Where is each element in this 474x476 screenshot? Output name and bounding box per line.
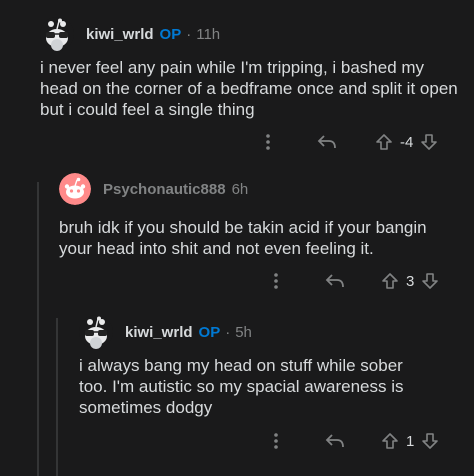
separator-dot: · bbox=[225, 323, 231, 341]
downvote-icon[interactable] bbox=[420, 272, 440, 290]
downvote-icon[interactable] bbox=[420, 432, 440, 450]
comment-header: Psychonautic888 6h bbox=[59, 173, 248, 205]
comment-actions: -4 bbox=[258, 128, 439, 156]
upvote-icon[interactable] bbox=[380, 272, 400, 290]
comment-header: kiwi_wrld OP · 11h bbox=[40, 17, 220, 51]
comment-2: Psychonautic888 6h bruh idk if you shoul… bbox=[0, 160, 474, 310]
upvote-icon[interactable] bbox=[380, 432, 400, 450]
username[interactable]: kiwi_wrld bbox=[125, 324, 193, 341]
comment-3: kiwi_wrld OP · 5h i always bang my head … bbox=[0, 310, 474, 476]
username[interactable]: Psychonautic888 bbox=[103, 181, 226, 198]
comment-body: bruh idk if you should be takin acid if … bbox=[59, 218, 427, 258]
timestamp[interactable]: 11h bbox=[196, 26, 220, 43]
timestamp[interactable]: 6h bbox=[232, 181, 249, 198]
vote-score: -4 bbox=[400, 133, 414, 151]
reply-icon[interactable] bbox=[324, 433, 346, 449]
op-badge: OP bbox=[159, 25, 182, 43]
snoo-avatar-glasses-icon[interactable] bbox=[79, 315, 113, 349]
username[interactable]: kiwi_wrld bbox=[86, 26, 154, 43]
reply-icon[interactable] bbox=[324, 273, 346, 289]
comment-header: kiwi_wrld OP · 5h bbox=[79, 315, 252, 349]
more-options-icon[interactable] bbox=[266, 273, 286, 289]
comment-1: kiwi_wrld OP · 11h i never feel any pain… bbox=[0, 0, 474, 160]
comment-thread: kiwi_wrld OP · 11h i never feel any pain… bbox=[0, 0, 474, 476]
comment-body: i never feel any pain while I'm tripping… bbox=[40, 58, 458, 119]
snoo-avatar-default-pink-icon[interactable] bbox=[59, 173, 91, 205]
vote-score: 1 bbox=[406, 432, 415, 450]
snoo-avatar-glasses-icon[interactable] bbox=[40, 17, 74, 51]
reply-icon[interactable] bbox=[316, 134, 338, 150]
upvote-icon[interactable] bbox=[374, 133, 394, 151]
vote-score: 3 bbox=[406, 272, 415, 290]
comment-actions: 3 bbox=[266, 267, 440, 295]
separator-dot: · bbox=[186, 25, 192, 43]
op-badge: OP bbox=[198, 323, 221, 341]
comment-actions: 1 bbox=[266, 427, 440, 455]
timestamp[interactable]: 5h bbox=[235, 324, 252, 341]
downvote-icon[interactable] bbox=[419, 133, 439, 151]
more-options-icon[interactable] bbox=[258, 134, 278, 150]
comment-body: i always bang my head on stuff while sob… bbox=[79, 356, 404, 417]
more-options-icon[interactable] bbox=[266, 433, 286, 449]
